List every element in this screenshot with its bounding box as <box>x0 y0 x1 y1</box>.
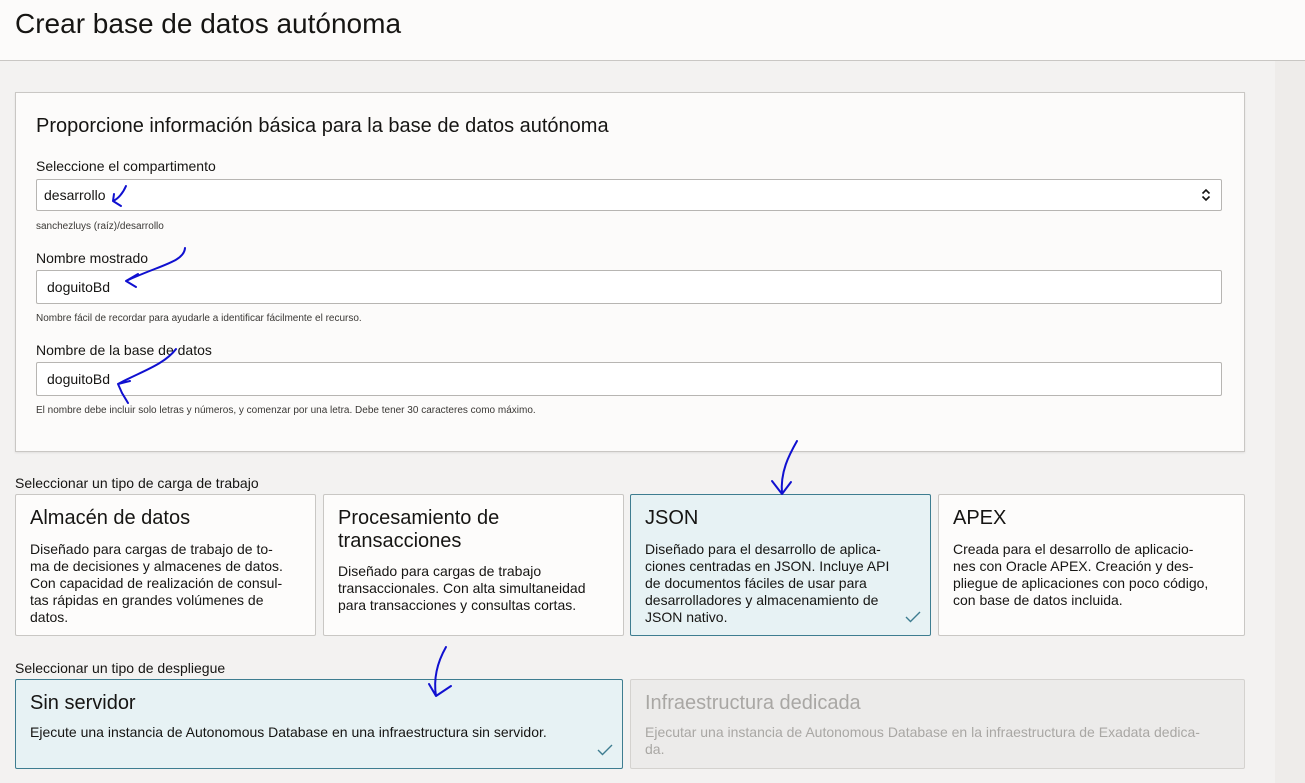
desc-line: tas rápidas en grandes volúmenes de <box>30 592 264 608</box>
db-name-input[interactable]: doguitoBd <box>36 362 1222 396</box>
card-description: Diseñado para cargas de trabajo transacc… <box>338 563 602 614</box>
desc-line: Ejecute una instancia de Autonomous Data… <box>30 724 547 740</box>
deployment-card-dedicated: Infraestructura dedicada Ejecutar una in… <box>630 679 1245 769</box>
card-description: Diseñado para el desarrollo de aplica- c… <box>645 541 909 626</box>
workload-card-data-warehouse[interactable]: Almacén de datos Diseñado para cargas de… <box>15 494 316 636</box>
card-title: JSON <box>645 507 699 529</box>
desc-line: datos. <box>30 609 69 625</box>
card-description: Creada para el desarrollo de aplicacio- … <box>953 541 1233 609</box>
card-description: Ejecute una instancia de Autonomous Data… <box>30 724 600 741</box>
card-title: Infraestructura dedicada <box>645 692 861 714</box>
desc-line: da. <box>645 741 665 757</box>
display-name-value: doguitoBd <box>47 279 111 295</box>
compartment-label: Seleccione el compartimento <box>36 158 216 174</box>
desc-line: ciones centradas en JSON. Incluye API <box>645 558 890 574</box>
scroll-gutter <box>1275 61 1305 783</box>
chevron-up-down-icon <box>1201 188 1211 202</box>
deployment-card-serverless[interactable]: Sin servidor Ejecute una instancia de Au… <box>15 679 623 769</box>
workload-card-apex[interactable]: APEX Creada para el desarrollo de aplica… <box>938 494 1245 636</box>
card-title: APEX <box>953 507 1007 529</box>
card-title: Sin servidor <box>30 692 136 714</box>
desc-line: Diseñado para el desarrollo de aplica- <box>645 541 881 557</box>
desc-line: nes con Oracle APEX. Creación y des- <box>953 558 1194 574</box>
db-name-value: doguitoBd <box>47 371 111 387</box>
workload-card-transaction-processing[interactable]: Procesamiento de transacciones Diseñado … <box>323 494 624 636</box>
card-description: Ejecutar una instancia de Autonomous Dat… <box>645 724 1215 758</box>
page-title: Crear base de datos autónoma <box>15 8 402 39</box>
desc-line: Diseñado para cargas de trabajo <box>338 563 542 579</box>
deployment-section-label: Seleccionar un tipo de despliegue <box>15 660 226 676</box>
desc-line: Con capacidad de realización de consul- <box>30 575 283 591</box>
desc-line: transaccionales. Con alta simultaneidad <box>338 580 586 596</box>
basic-info-panel: Proporcione información básica para la b… <box>15 92 1245 452</box>
compartment-select[interactable]: desarrollo <box>36 179 1222 211</box>
desc-line: JSON nativo. <box>645 609 728 625</box>
display-name-hint: Nombre fácil de recordar para ayudarle a… <box>36 313 362 324</box>
display-name-label: Nombre mostrado <box>36 250 149 266</box>
card-description: Diseñado para cargas de trabajo de to- m… <box>30 541 294 626</box>
desc-line: desarrolladores y almacenamiento de <box>645 592 879 608</box>
checkmark-icon <box>597 744 613 756</box>
workload-section-label: Seleccionar un tipo de carga de trabajo <box>15 475 259 491</box>
desc-line: pliegue de aplicaciones con poco código, <box>953 575 1209 591</box>
compartment-value: desarrollo <box>44 187 106 203</box>
title-line: Procesamiento de <box>338 507 500 529</box>
compartment-path-hint: sanchezluys (raíz)/desarrollo <box>36 221 164 232</box>
basic-info-heading: Proporcione información básica para la b… <box>36 115 609 137</box>
desc-line: con base de datos incluida. <box>953 592 1123 608</box>
card-title: Almacén de datos <box>30 507 191 529</box>
title-line: transacciones <box>338 530 462 552</box>
card-title: Procesamiento de transacciones <box>338 507 598 553</box>
display-name-input[interactable]: doguitoBd <box>36 270 1222 304</box>
workload-card-json[interactable]: JSON Diseñado para el desarrollo de apli… <box>630 494 931 636</box>
desc-line: de documentos fáciles de usar para <box>645 575 867 591</box>
desc-line: ma de decisiones y almacenes de datos. <box>30 558 283 574</box>
page-header: Crear base de datos autónoma <box>0 0 1305 61</box>
desc-line: para transacciones y consultas cortas. <box>338 597 577 613</box>
db-name-label: Nombre de la base de datos <box>36 342 212 358</box>
desc-line: Creada para el desarrollo de aplicacio- <box>953 541 1194 557</box>
checkmark-icon <box>905 611 921 623</box>
db-name-hint: El nombre debe incluir solo letras y núm… <box>36 405 536 416</box>
desc-line: Ejecutar una instancia de Autonomous Dat… <box>645 724 1200 740</box>
desc-line: Diseñado para cargas de trabajo de to- <box>30 541 273 557</box>
